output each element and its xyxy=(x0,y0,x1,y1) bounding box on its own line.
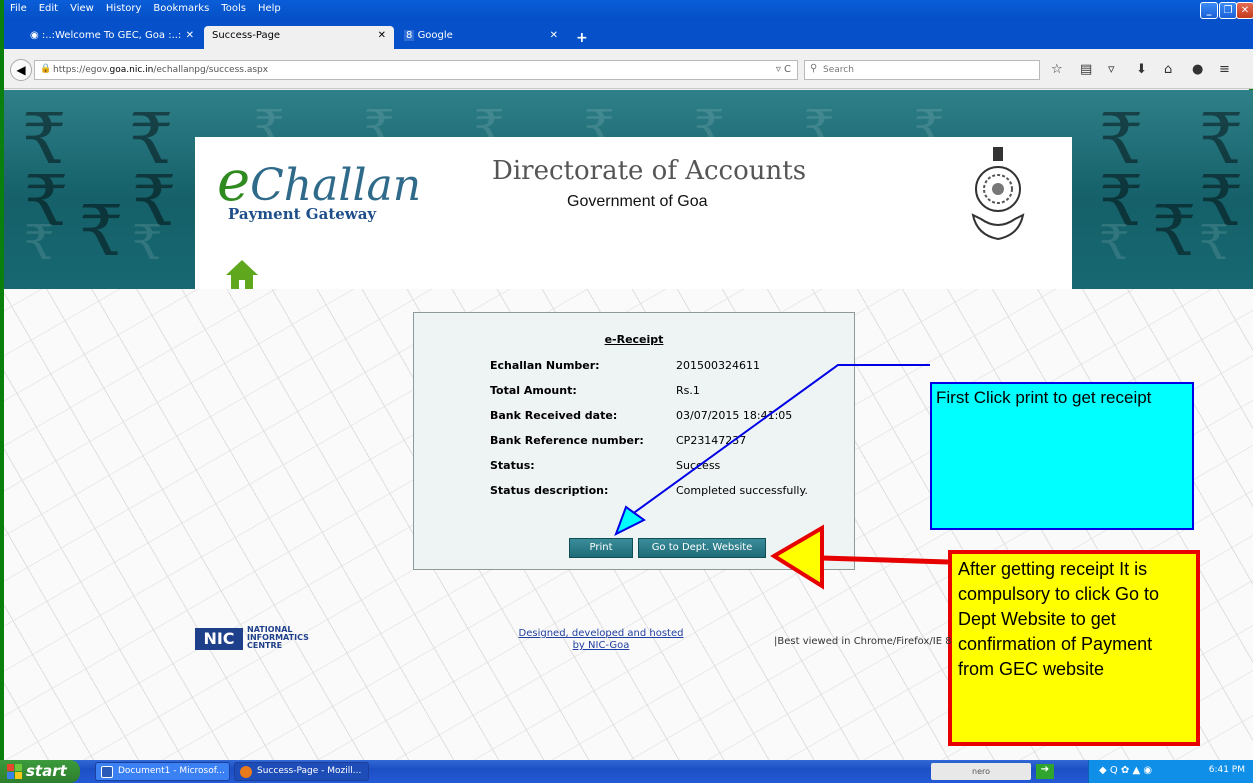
close-icon[interactable]: ✕ xyxy=(550,30,558,41)
pocket-icon[interactable]: ▿ xyxy=(1108,62,1115,77)
menu-view[interactable]: View xyxy=(64,0,100,17)
tray-icons[interactable]: ◆ Q ✿ ▲ ◉ xyxy=(1099,765,1152,776)
callout-dept-website-instruction: After getting receipt It is compulsory t… xyxy=(948,550,1200,746)
taskbar-item-label: Success-Page - Mozill... xyxy=(257,766,362,776)
nero-search-bar[interactable]: nero xyxy=(931,763,1031,780)
logo-subtitle: Payment Gateway xyxy=(228,205,377,223)
bookmarks-list-icon[interactable]: ▤ xyxy=(1080,62,1092,77)
url-path: /echallanpg/success.aspx xyxy=(153,65,269,75)
new-tab-button[interactable]: + xyxy=(576,30,588,46)
menu-edit[interactable]: Edit xyxy=(33,0,64,17)
start-label: start xyxy=(26,762,67,780)
print-button[interactable]: Print xyxy=(569,538,633,558)
taskbar-item-firefox[interactable]: Success-Page - Mozill... xyxy=(234,762,369,781)
callout-print-instruction: First Click print to get receipt xyxy=(930,382,1194,530)
browser-window: File Edit View History Bookmarks Tools Help _ … xyxy=(0,0,1253,760)
tab-bar: ◉ :..:Welcome To GEC, Goa :..: ✕ Success… xyxy=(4,20,1253,49)
word-icon xyxy=(101,766,113,778)
web-page: ₹ ₹ ₹ ₹ ₹ ₹ ₹ ₹ ₹ ₹ ₹ ₹ ₹ ₹ ₹ ₹ ₹ ₹ ₹ ₹ … xyxy=(4,90,1253,760)
tab-label: Google xyxy=(417,30,453,41)
home-icon[interactable] xyxy=(225,257,259,291)
close-window-button[interactable]: ✕ xyxy=(1236,2,1253,19)
navigation-bar: ◀ 🔒 https://egov.goa.nic.in/echallanpg/s… xyxy=(4,49,1253,89)
search-input[interactable]: ⚲ Search xyxy=(804,60,1040,80)
clock: 6:41 PM xyxy=(1208,765,1245,775)
nic-mark: NIC xyxy=(195,628,243,650)
url-domain: goa.nic.in xyxy=(109,65,154,75)
start-button[interactable]: start xyxy=(0,760,80,783)
tab-gec-welcome[interactable]: ◉ :..:Welcome To GEC, Goa :..: ✕ xyxy=(22,26,202,49)
menu-help[interactable]: Help xyxy=(252,0,287,17)
tab-google[interactable]: 8 Google ✕ xyxy=(396,26,566,49)
taskbar: start Document1 - Microsof... Success-Pa… xyxy=(0,760,1253,783)
goa-emblem-icon xyxy=(971,147,1025,241)
menu-bookmarks[interactable]: Bookmarks xyxy=(147,0,215,17)
url-bar[interactable]: 🔒 https://egov.goa.nic.in/echallanpg/suc… xyxy=(34,60,798,80)
search-placeholder: Search xyxy=(823,65,854,75)
menu-tools[interactable]: Tools xyxy=(215,0,252,17)
taskbar-item-label: Document1 - Microsof... xyxy=(118,766,225,776)
nic-line: CENTRE xyxy=(247,641,283,650)
google-icon: 8 xyxy=(404,30,415,41)
restore-button[interactable]: ❐ xyxy=(1219,2,1237,19)
nic-logo[interactable]: NIC NATIONAL INFORMATICS CENTRE xyxy=(195,624,309,656)
page-title: Directorate of Accounts xyxy=(492,156,807,186)
menu-icon[interactable]: ≡ xyxy=(1219,62,1230,77)
taskbar-item-word[interactable]: Document1 - Microsof... xyxy=(95,762,230,781)
close-icon[interactable]: ✕ xyxy=(186,30,194,41)
download-icon[interactable]: ⬇ xyxy=(1136,62,1147,77)
windows-flag-icon xyxy=(7,764,22,779)
site-header: eChallan Payment Gateway Directorate of … xyxy=(195,137,1072,289)
arrow-icon[interactable]: ➔ xyxy=(1036,764,1054,779)
search-icon: ⚲ xyxy=(810,63,818,74)
chat-icon[interactable]: ● xyxy=(1192,62,1203,77)
e-receipt-panel: e-Receipt Echallan Number: 201500324611 T… xyxy=(413,312,855,570)
system-tray: ◆ Q ✿ ▲ ◉ 6:41 PM xyxy=(1088,760,1253,783)
menu-bar: File Edit View History Bookmarks Tools Help _ … xyxy=(4,0,1253,20)
globe-icon: ◉ xyxy=(30,30,42,41)
star-icon[interactable]: ☆ xyxy=(1051,62,1063,77)
firefox-icon xyxy=(240,766,252,778)
developer-credit-link[interactable]: Designed, developed and hosted by NIC-Goa xyxy=(511,628,691,652)
reload-icon[interactable]: ▿ C xyxy=(776,64,791,75)
minimize-button[interactable]: _ xyxy=(1200,2,1218,19)
receipt-title: e-Receipt xyxy=(604,333,664,346)
tab-success-page[interactable]: Success-Page ✕ xyxy=(204,26,394,49)
url-prefix: https://egov. xyxy=(53,65,110,75)
tab-label: Success-Page xyxy=(212,30,281,41)
lock-icon: 🔒 xyxy=(40,64,52,74)
menu-history[interactable]: History xyxy=(100,0,148,17)
go-to-dept-website-button[interactable]: Go to Dept. Website xyxy=(638,538,766,558)
menu-file[interactable]: File xyxy=(4,0,33,17)
back-button[interactable]: ◀ xyxy=(10,59,32,81)
best-viewed-note: |Best viewed in Chrome/Firefox/IE 8 xyxy=(774,636,952,647)
tab-label: :..:Welcome To GEC, Goa :..: xyxy=(41,30,182,41)
home-icon[interactable]: ⌂ xyxy=(1164,62,1172,77)
page-subtitle: Government of Goa xyxy=(567,193,708,210)
close-icon[interactable]: ✕ xyxy=(378,30,386,41)
